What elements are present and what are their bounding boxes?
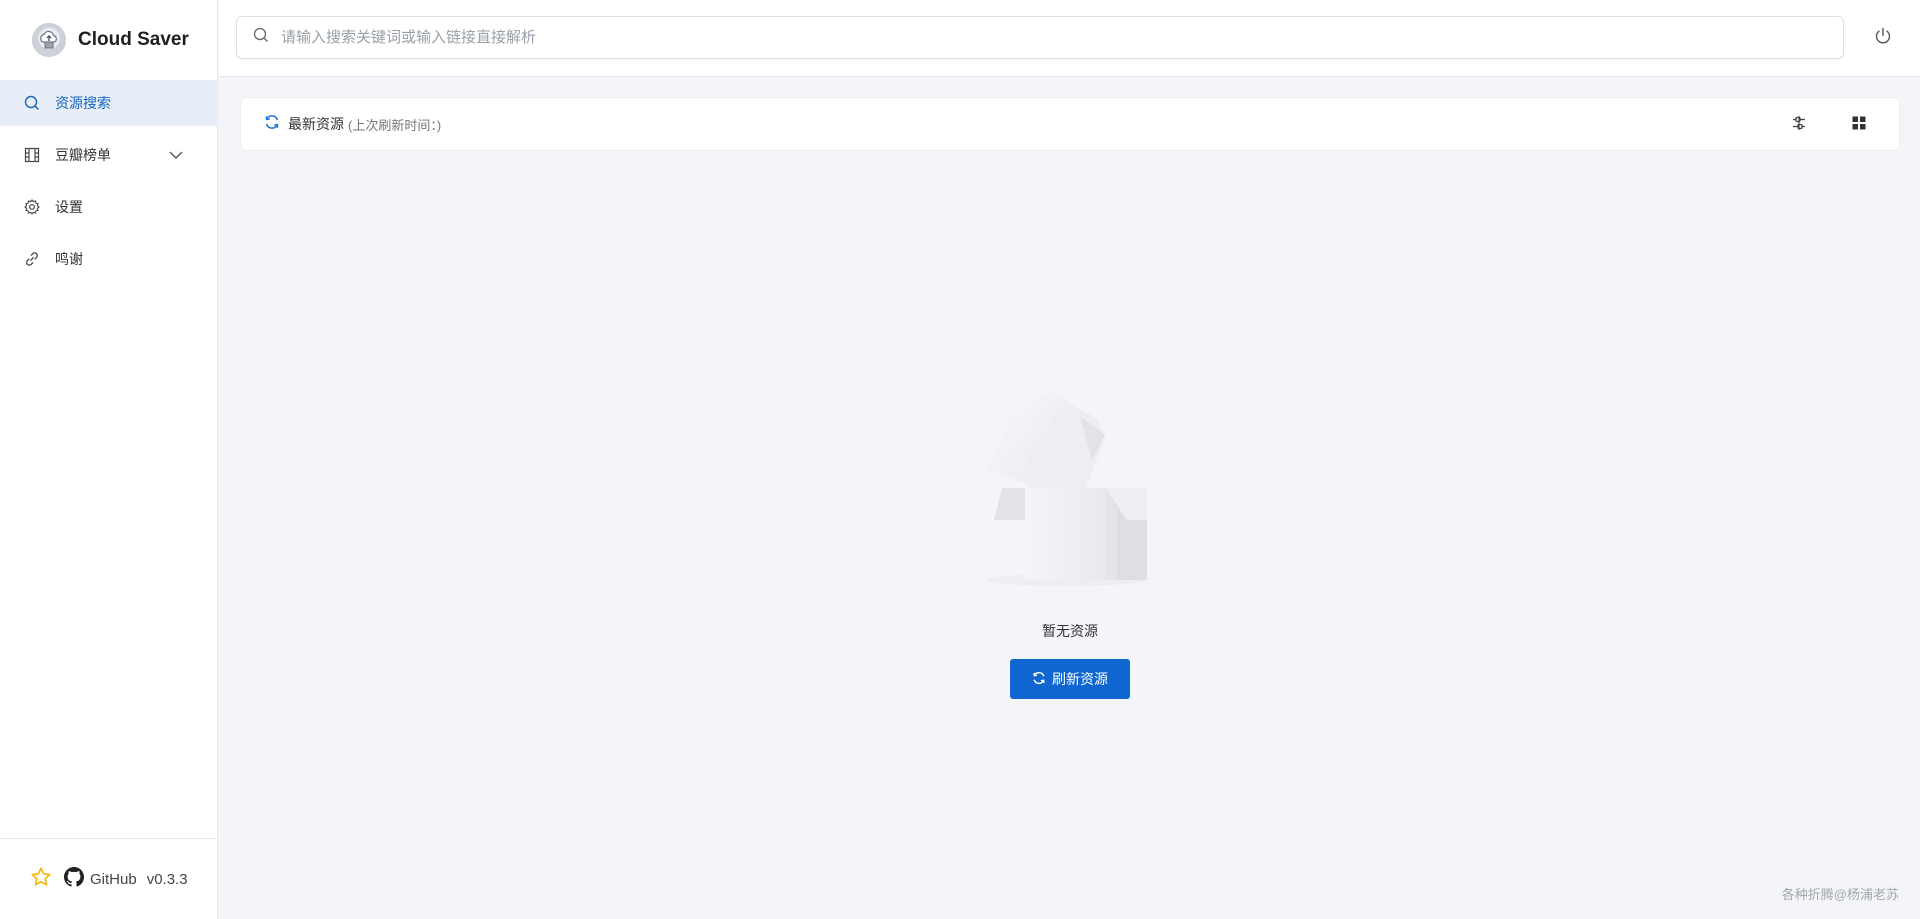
- sidebar-footer: GitHub v0.3.3: [0, 838, 218, 919]
- link-icon: [24, 251, 40, 267]
- filter-icon: [1791, 115, 1807, 136]
- logout-button[interactable]: [1872, 27, 1894, 49]
- search-box[interactable]: [236, 16, 1844, 59]
- sidebar-item-label: 鸣谢: [55, 251, 83, 267]
- app-title: Cloud Saver: [78, 29, 189, 50]
- refresh-icon[interactable]: [264, 114, 280, 135]
- refresh-resources-button[interactable]: 刷新资源: [1010, 659, 1130, 699]
- github-link[interactable]: GitHub: [64, 867, 137, 891]
- sidebar-item-resource-search[interactable]: 资源搜索: [0, 80, 218, 126]
- grid-icon: [1851, 115, 1867, 136]
- gear-icon: [24, 199, 40, 215]
- topbar: [219, 0, 1920, 77]
- grid-view-button[interactable]: [1849, 115, 1869, 135]
- brand[interactable]: Cloud Saver: [32, 22, 189, 58]
- watermark: 各种折腾@杨浦老苏: [1781, 887, 1899, 902]
- search-icon: [253, 27, 269, 48]
- latest-resources-header: 最新资源 (上次刷新时间：): [240, 97, 1900, 151]
- sidebar-item-label: 资源搜索: [55, 95, 111, 111]
- chevron-down-icon[interactable]: [168, 147, 184, 166]
- filter-button[interactable]: [1789, 115, 1809, 135]
- search-input[interactable]: [279, 28, 1779, 47]
- sidebar-item-label: 设置: [55, 199, 83, 215]
- sidebar: Cloud Saver 资源搜索 豆瓣榜单 设置 鸣谢 GitHub v0.3.…: [0, 0, 218, 919]
- empty-message: 暂无资源: [1042, 623, 1098, 639]
- empty-box-illustration: [967, 390, 1167, 590]
- sidebar-item-thanks[interactable]: 鸣谢: [0, 236, 218, 282]
- version-label: v0.3.3: [146, 870, 188, 888]
- github-icon: [64, 867, 84, 891]
- search-icon: [24, 95, 40, 111]
- app-logo-icon: [32, 23, 66, 57]
- sidebar-item-douban[interactable]: 豆瓣榜单: [0, 132, 218, 178]
- sidebar-menu: 资源搜索 豆瓣榜单 设置 鸣谢: [0, 80, 218, 288]
- sidebar-item-label: 豆瓣榜单: [55, 147, 111, 163]
- refresh-button-label: 刷新资源: [1052, 671, 1108, 687]
- refresh-icon: [1032, 671, 1046, 688]
- last-refresh-time: (上次刷新时间：): [348, 117, 442, 133]
- star-icon[interactable]: [30, 866, 52, 892]
- power-icon: [1874, 27, 1892, 50]
- latest-resources-title: 最新资源: [288, 116, 344, 132]
- film-icon: [24, 147, 40, 163]
- github-label: GitHub: [90, 870, 137, 888]
- sidebar-item-settings[interactable]: 设置: [0, 184, 218, 230]
